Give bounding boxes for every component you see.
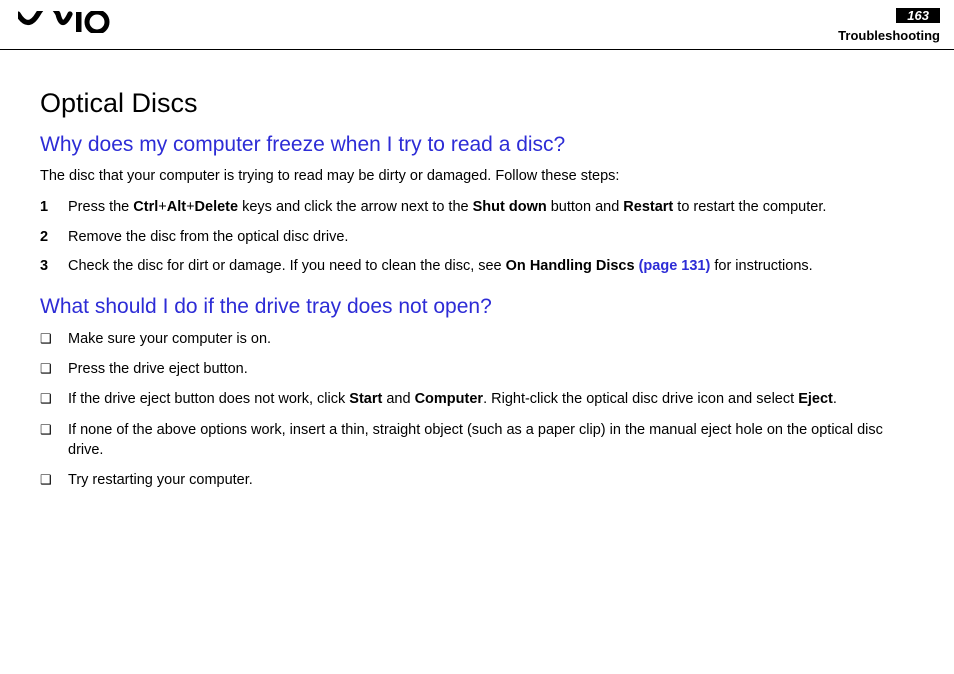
box-bullet-icon: ❑ — [40, 329, 68, 349]
list-item: ❑ If none of the above options work, ins… — [40, 420, 918, 461]
item-text: If none of the above options work, inser… — [68, 420, 918, 461]
list-item: ❑ Press the drive eject button. — [40, 359, 918, 379]
page-next-icon[interactable] — [930, 9, 940, 23]
page-content: Optical Discs Why does my computer freez… — [0, 50, 954, 521]
step-3: 3 Check the disc for dirt or damage. If … — [40, 257, 918, 277]
item-text: Make sure your computer is on. — [68, 329, 271, 349]
question-1-heading: Why does my computer freeze when I try t… — [40, 133, 918, 157]
question-1-steps: 1 Press the Ctrl+Alt+Delete keys and cli… — [40, 198, 918, 277]
header-right: 163 Troubleshooting — [838, 8, 940, 43]
step-number: 2 — [40, 228, 68, 248]
item-text: Press the drive eject button. — [68, 359, 248, 379]
page-header: 163 Troubleshooting — [0, 0, 954, 50]
step-text: Press the Ctrl+Alt+Delete keys and click… — [68, 198, 826, 218]
section-label: Troubleshooting — [838, 28, 940, 43]
list-item: ❑ Make sure your computer is on. — [40, 329, 918, 349]
question-1-intro: The disc that your computer is trying to… — [40, 167, 918, 187]
step-text: Check the disc for dirt or damage. If yo… — [68, 257, 813, 277]
step-1: 1 Press the Ctrl+Alt+Delete keys and cli… — [40, 198, 918, 218]
page-number: 163 — [905, 8, 931, 23]
question-2-items: ❑ Make sure your computer is on. ❑ Press… — [40, 329, 918, 491]
step-number: 1 — [40, 198, 68, 218]
item-text: If the drive eject button does not work,… — [68, 389, 837, 409]
list-item: ❑ Try restarting your computer. — [40, 470, 918, 490]
page-nav[interactable]: 163 — [896, 8, 940, 23]
list-item: ❑ If the drive eject button does not wor… — [40, 389, 918, 409]
box-bullet-icon: ❑ — [40, 359, 68, 379]
step-number: 3 — [40, 257, 68, 277]
vaio-logo-svg — [18, 11, 114, 33]
item-text: Try restarting your computer. — [68, 470, 253, 490]
step-text: Remove the disc from the optical disc dr… — [68, 228, 348, 248]
box-bullet-icon: ❑ — [40, 389, 68, 409]
question-2-heading: What should I do if the drive tray does … — [40, 295, 918, 319]
page-link-131[interactable]: (page 131) — [639, 258, 711, 274]
box-bullet-icon: ❑ — [40, 470, 68, 490]
box-bullet-icon: ❑ — [40, 420, 68, 440]
page-title: Optical Discs — [40, 88, 918, 119]
vaio-logo — [18, 8, 114, 36]
step-2: 2 Remove the disc from the optical disc … — [40, 228, 918, 248]
